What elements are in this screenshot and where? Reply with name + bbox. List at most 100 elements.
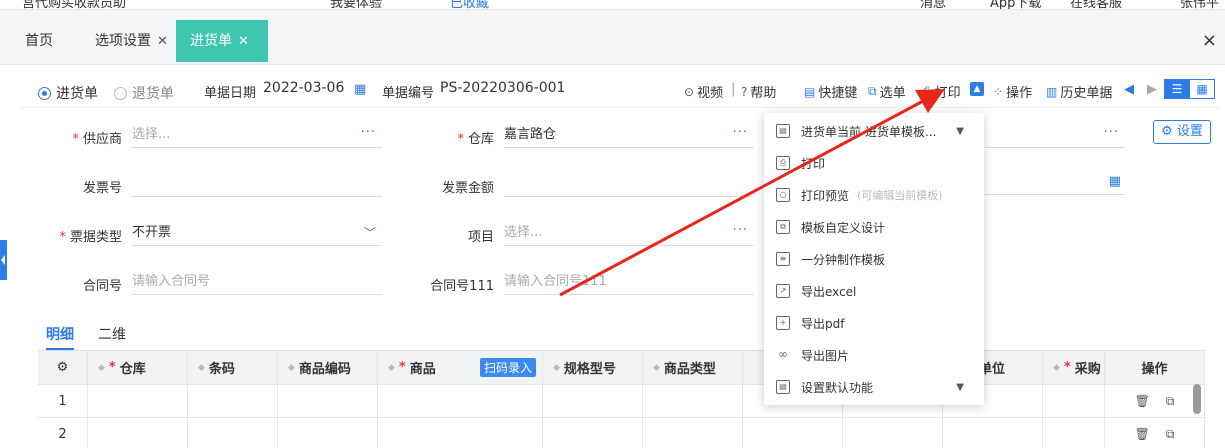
topbar-favorite[interactable]: 已收藏	[450, 0, 489, 9]
more-icon[interactable]: ···	[1104, 122, 1119, 144]
col-barcode[interactable]: ◆ 条码	[188, 351, 278, 385]
tab-two-dim[interactable]: 二维	[98, 324, 126, 344]
delete-icon[interactable]: 🗑	[1135, 427, 1150, 441]
menu-item-export-excel[interactable]: ↗ 导出excel	[776, 275, 976, 307]
project-field[interactable]: 选择... ···	[504, 222, 754, 246]
close-icon[interactable]: ✕	[157, 34, 168, 49]
chevron-up-icon[interactable]: ▲	[970, 82, 984, 96]
contract-field[interactable]: 请输入合同号	[132, 271, 382, 295]
radio-return[interactable]: 退货单	[114, 83, 174, 103]
radio-purchase[interactable]: 进货单	[38, 83, 98, 103]
export-pdf-icon: +	[776, 316, 790, 330]
close-all-tabs-icon[interactable]: ×	[1202, 30, 1217, 51]
card-view-icon[interactable]: ▦	[1189, 79, 1215, 99]
printer-icon: ⎙	[776, 156, 790, 170]
column-settings-icon[interactable]: ⚙	[38, 351, 88, 385]
print-button[interactable]: ⎙ 打印	[922, 82, 961, 101]
top-bar: 宫代购买收款员助 我要体验 已收藏 消息 App下载 在线客服 张伟平	[0, 0, 1225, 10]
export-excel-icon: ↗	[776, 284, 790, 298]
divider: |	[731, 82, 736, 97]
menu-item-export-image[interactable]: ∞ 导出图片	[776, 339, 976, 371]
more-icon[interactable]: ···	[733, 122, 748, 144]
tab-purchase-label: 进货单	[190, 33, 232, 49]
history-button[interactable]: ▥ 历史单据	[1046, 82, 1113, 102]
glasses-icon: ∞	[778, 347, 788, 361]
warehouse-field[interactable]: 嘉言路仓 ···	[504, 124, 754, 148]
contract111-label: 合同号111	[430, 279, 494, 294]
col-product-type[interactable]: ◆ 商品类型	[643, 351, 743, 385]
sidebar-collapse-handle[interactable]	[0, 240, 7, 280]
col-product[interactable]: ◆ * 商品 扫码录入	[378, 351, 543, 385]
menu-item-default-function[interactable]: ▤ 设置默认功能 ▼	[776, 371, 976, 403]
invoice-no-field[interactable]	[132, 173, 382, 197]
menu-item-print-preview[interactable]: ○ 打印预览 (可编辑当前模板)	[776, 179, 976, 211]
project-label: 项目	[467, 230, 494, 245]
help-button[interactable]: ? 帮助	[741, 82, 776, 102]
menu-item-export-pdf[interactable]: + 导出pdf	[776, 307, 976, 339]
detail-table: ⚙ ◆*仓库 ◆条码 ◆商品编码 ◆*商品扫码录入 ◆规格型号 ◆商品类型 质期…	[38, 350, 1205, 448]
table-row[interactable]: 1 🗑 ⧉	[38, 385, 1205, 418]
select-doc-button[interactable]: ⧉ 选单	[868, 82, 906, 101]
select-doc-icon: ⧉	[868, 84, 877, 98]
col-product-code[interactable]: ◆ 商品编码	[278, 351, 378, 385]
copy-icon[interactable]: ⧉	[1166, 427, 1175, 442]
play-icon: ⊙	[684, 84, 695, 99]
supplier-field[interactable]: 选择... ···	[132, 124, 382, 148]
contract111-field[interactable]: 请输入合同号111	[504, 271, 754, 295]
radio-return-label: 退货单	[132, 86, 174, 102]
copy-icon[interactable]: ⧉	[1166, 394, 1175, 409]
more-icon[interactable]: ···	[361, 122, 376, 144]
topbar-experience[interactable]: 我要体验	[330, 0, 382, 9]
document-toolbar: 进货单 退货单 单据日期 2022-03-06 ▦ 单据编号 PS-202203…	[20, 72, 1220, 108]
more-icon[interactable]: ···	[733, 220, 748, 242]
delete-icon[interactable]: 🗑	[1135, 394, 1150, 408]
tab-detail[interactable]: 明细	[46, 324, 74, 350]
radio-checked-icon	[38, 86, 51, 100]
tab-home[interactable]: 首页	[11, 20, 67, 62]
shortcut-button[interactable]: ▤ 快捷键	[804, 82, 857, 102]
tab-options[interactable]: 选项设置 ✕	[81, 20, 182, 62]
date-value[interactable]: 2022-03-06	[263, 80, 344, 96]
tab-purchase-order[interactable]: 进货单 ✕	[176, 20, 268, 62]
supplier-label: * 供应商	[72, 132, 122, 147]
menu-item-print[interactable]: ⎙ 打印	[776, 147, 976, 179]
operate-button[interactable]: ⁘ 操作	[993, 82, 1033, 102]
table-row[interactable]: 2 🗑 ⧉	[38, 418, 1205, 448]
template-icon: ▤	[776, 124, 790, 138]
print-label: 打印	[934, 86, 961, 101]
calendar-icon[interactable]: ▦	[354, 82, 366, 97]
design-icon: ⧉	[776, 220, 790, 234]
calendar-icon[interactable]: ▦	[1109, 171, 1121, 193]
settings-button[interactable]: ⚙ 设置	[1153, 120, 1211, 144]
menu-item-template-select[interactable]: ▤ 进货单当前 进货单模板... ▼	[776, 115, 976, 147]
bill-type-select[interactable]: 不开票 ﹀	[132, 222, 382, 246]
quick-template-icon: ≡	[776, 252, 790, 266]
date-field-2[interactable]: ▦	[985, 171, 1125, 195]
select-doc-label: 选单	[879, 86, 906, 101]
col-spec[interactable]: ◆ 规格型号	[543, 351, 643, 385]
topbar-user[interactable]: 张伟平	[1180, 0, 1219, 9]
operate-label: 操作	[1006, 86, 1033, 101]
next-arrow-icon[interactable]: ▶	[1147, 82, 1157, 97]
col-operations: 操作	[1105, 351, 1205, 385]
invoice-amount-field[interactable]	[504, 173, 754, 197]
col-purchase[interactable]: ◆ * 采购	[1043, 351, 1105, 385]
history-icon: ▥	[1046, 84, 1058, 99]
printer-icon: ⎙	[922, 84, 932, 98]
close-icon[interactable]: ✕	[238, 34, 249, 49]
video-button[interactable]: ⊙ 视频	[684, 82, 723, 102]
topbar-app-download[interactable]: App下载	[990, 0, 1041, 9]
list-view-icon[interactable]: ☰	[1164, 79, 1190, 99]
hidden-field-1[interactable]: ···	[985, 124, 1125, 148]
topbar-notice[interactable]: 消息	[920, 0, 946, 9]
menu-item-custom-design[interactable]: ⧉ 模板自定义设计	[776, 211, 976, 243]
topbar-service[interactable]: 在线客服	[1070, 0, 1122, 9]
prev-arrow-icon[interactable]: ◀	[1124, 82, 1134, 97]
caret-down-icon: ▼	[956, 125, 964, 137]
doc-no-label: 单据编号	[382, 86, 435, 101]
vertical-scrollbar[interactable]	[1193, 384, 1201, 414]
history-label: 历史单据	[1060, 86, 1113, 101]
scan-entry-button[interactable]: 扫码录入	[479, 358, 536, 377]
menu-item-quick-template[interactable]: ≡ 一分钟制作模板	[776, 243, 976, 275]
col-warehouse[interactable]: ◆ * 仓库	[88, 351, 188, 385]
